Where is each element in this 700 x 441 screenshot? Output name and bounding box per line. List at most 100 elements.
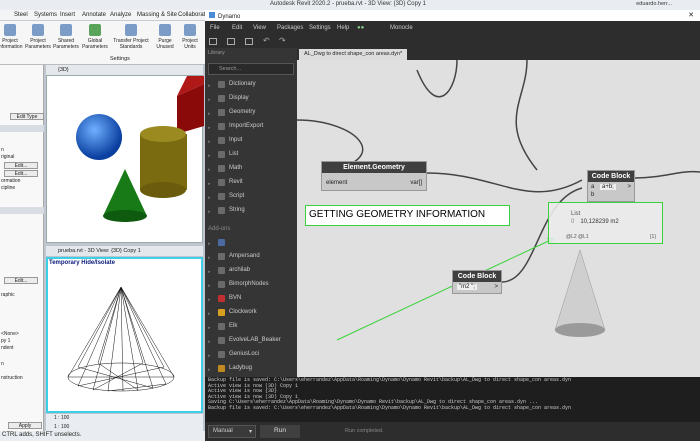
shared-parameters-button[interactable]: Shared Parameters xyxy=(52,24,80,50)
tab-collaborate[interactable]: Collaborat xyxy=(178,12,205,18)
tab-systems[interactable]: Systems xyxy=(34,12,57,18)
addon-item[interactable]: ▸ BimorphNodes xyxy=(205,278,297,291)
addon-item[interactable]: ▸ Ampersand xyxy=(205,250,297,263)
code-text[interactable]: "m2 "; xyxy=(457,284,477,290)
new-file-icon[interactable] xyxy=(209,38,217,45)
menu-monocle[interactable]: Monocle xyxy=(390,25,413,31)
node-title: Element.Geometry xyxy=(322,162,426,173)
prop-label: <None> xyxy=(1,331,19,337)
library-search-input[interactable]: Search... xyxy=(208,63,294,75)
user-name[interactable]: eduardo.herr... xyxy=(636,1,672,7)
view-tab-3d[interactable]: {3D} xyxy=(46,65,203,75)
prop-label: n xyxy=(1,147,4,153)
output-port[interactable]: var[] xyxy=(410,180,422,186)
library-item[interactable]: ▸ Revit xyxy=(205,176,297,189)
library-item[interactable]: ▸ Input xyxy=(205,134,297,147)
output-port[interactable]: > xyxy=(494,284,498,290)
addon-item[interactable]: ▸ Ladybug xyxy=(205,362,297,375)
addon-item[interactable]: ▸ EvolveLAB_Beaker xyxy=(205,334,297,347)
code-text[interactable]: a+b; xyxy=(600,184,616,190)
revit-title-bar: Autodesk Revit 2020.2 - prueba.rvt - 3D … xyxy=(0,0,700,10)
library-item[interactable]: ▸ ImportExport xyxy=(205,120,297,133)
status-bar: CTRL adds, SHIFT unselects. xyxy=(0,431,205,441)
input-port-a[interactable]: a xyxy=(591,184,594,190)
menu-edit[interactable]: Edit xyxy=(232,25,242,31)
addon-item[interactable]: ▸ xyxy=(205,236,297,249)
input-port-b[interactable]: b xyxy=(591,192,594,198)
watch-list-label: List xyxy=(571,211,581,217)
menu-file[interactable]: File xyxy=(210,25,220,31)
cone-preview xyxy=(554,249,606,331)
project-units-button[interactable]: Project Units xyxy=(177,24,203,50)
view-control-bar[interactable]: 1 : 100 xyxy=(46,414,203,423)
edit-button[interactable]: Edit... xyxy=(4,162,38,169)
project-units-icon xyxy=(184,24,196,36)
redo-icon[interactable]: ↷ xyxy=(279,36,287,45)
view-3d[interactable] xyxy=(46,75,204,243)
library-item[interactable]: ▸ Script xyxy=(205,190,297,203)
dynamo-title: Dynamo xyxy=(218,14,241,20)
edit-button[interactable]: Edit... xyxy=(4,170,38,177)
global-parameters-button[interactable]: Global Parameters xyxy=(81,24,109,50)
view-tab-3d-copy[interactable]: prueba.rvt - 3D View: {3D} Copy 1 xyxy=(46,246,203,256)
library-item[interactable]: ▸ Math xyxy=(205,162,297,175)
library-item[interactable]: ▸ String xyxy=(205,204,297,217)
watch-levels: @L2 @L1 xyxy=(566,234,589,240)
tab-analyze[interactable]: Analyze xyxy=(110,12,131,18)
project-information-button[interactable]: Project Information xyxy=(0,24,24,50)
tab-steel[interactable]: Steel xyxy=(14,12,28,18)
undo-icon[interactable]: ↶ xyxy=(263,36,271,45)
addon-item[interactable]: ▸ BVN xyxy=(205,292,297,305)
edit-type-button[interactable]: Edit Type xyxy=(10,113,44,120)
workspace-tab[interactable]: AL_Dwg to direct shape_con areas.dyn* xyxy=(299,49,408,60)
library-item[interactable]: ▸ Display xyxy=(205,92,297,105)
transfer-icon xyxy=(125,24,137,36)
code-block-node-2[interactable]: Code Block "m2 "; > xyxy=(452,270,502,294)
save-icon[interactable] xyxy=(245,38,253,45)
tab-annotate[interactable]: Annotate xyxy=(82,12,106,18)
cylinder-top xyxy=(140,126,186,142)
addon-item[interactable]: ▸ archilab xyxy=(205,264,297,277)
watch-item: 0 10,128239 m2 xyxy=(571,219,619,225)
input-port[interactable]: element xyxy=(326,180,347,186)
menu-packages[interactable]: Packages xyxy=(277,25,303,31)
library-item[interactable]: ▸ List xyxy=(205,148,297,161)
node-title: Code Block xyxy=(588,171,634,182)
prop-label: riginal xyxy=(1,154,15,160)
props-section xyxy=(0,125,44,132)
view-control-bar[interactable]: 1 : 100 xyxy=(46,423,203,431)
menu-settings[interactable]: Settings xyxy=(309,25,331,31)
library-item[interactable]: ▸ Geometry xyxy=(205,106,297,119)
chevron-down-icon: ▾ xyxy=(248,429,252,435)
run-bar: Manual ▾ Run Run completed. xyxy=(205,422,700,441)
addon-item[interactable]: ▸ Elk xyxy=(205,320,297,333)
menu-help[interactable]: Help xyxy=(337,25,349,31)
element-geometry-node[interactable]: Element.Geometry element var[] xyxy=(321,161,427,191)
menu-view[interactable]: View xyxy=(253,25,266,31)
transfer-project-standards-button[interactable]: Transfer Project Standards xyxy=(110,24,152,50)
revit-window-title: Autodesk Revit 2020.2 - prueba.rvt - 3D … xyxy=(270,1,426,7)
properties-palette: Edit Type n riginal Edit... Edit... orma… xyxy=(0,65,44,441)
addon-item[interactable]: ▸ Clockwork xyxy=(205,306,297,319)
addon-item[interactable]: ▸ GeniusLoci xyxy=(205,348,297,361)
close-icon[interactable]: ✕ xyxy=(688,11,694,19)
purge-unused-button[interactable]: Purge Unused xyxy=(153,24,177,50)
prop-label: nstruction xyxy=(1,375,23,381)
run-button[interactable]: Run xyxy=(260,425,300,438)
apply-button[interactable]: Apply xyxy=(8,422,42,429)
tab-insert[interactable]: Insert xyxy=(60,12,75,18)
run-mode-select[interactable]: Manual ▾ xyxy=(208,425,256,438)
project-parameters-icon xyxy=(32,24,44,36)
project-parameters-button[interactable]: Project Parameters xyxy=(24,24,52,50)
open-file-icon[interactable] xyxy=(227,38,235,45)
code-block-node[interactable]: Code Block a b a+b; > xyxy=(587,170,635,202)
output-port[interactable]: > xyxy=(627,184,631,190)
view-3d-copy[interactable]: Temporary Hide/Isolate xyxy=(46,257,203,413)
edit-button[interactable]: Edit... xyxy=(4,277,38,284)
annotation-text: GETTING GEOMETRY INFORMATION xyxy=(305,205,510,226)
ribbon-group-label: Settings xyxy=(110,56,130,62)
shared-parameters-icon xyxy=(60,24,72,36)
tab-massing-site[interactable]: Massing & Site xyxy=(137,12,177,18)
prop-label: raphic xyxy=(1,292,15,298)
library-item[interactable]: ▸ Dictionary xyxy=(205,78,297,91)
